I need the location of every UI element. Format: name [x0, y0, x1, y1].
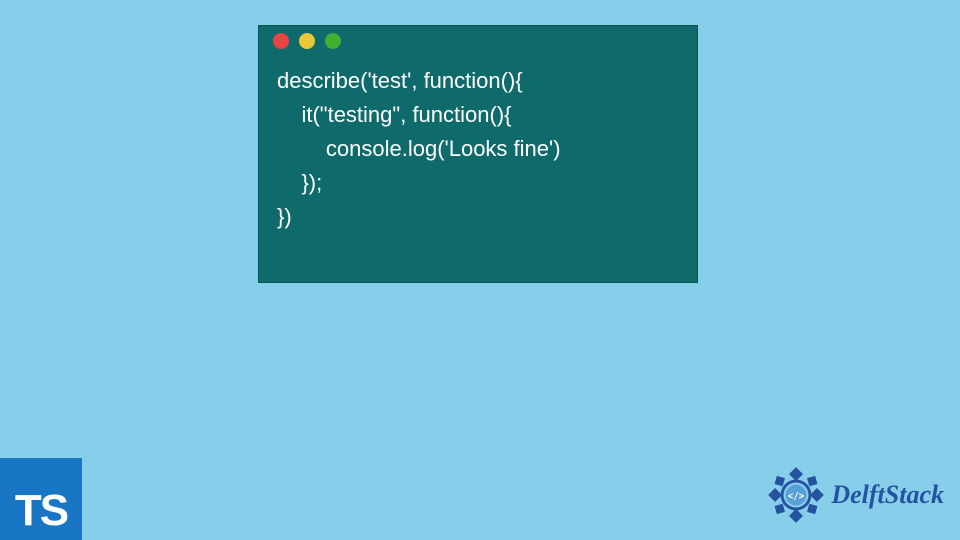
typescript-badge: TS: [0, 458, 82, 540]
code-line: describe('test', function(){: [277, 68, 523, 93]
brand-name: DelftStack: [831, 480, 944, 510]
delftstack-logo-icon: </>: [767, 466, 825, 524]
window-titlebar: [259, 26, 697, 56]
code-window: describe('test', function(){ it("testing…: [258, 25, 698, 283]
minimize-icon: [299, 33, 315, 49]
code-line: console.log('Looks fine'): [277, 136, 561, 161]
code-line: }): [277, 204, 292, 229]
maximize-icon: [325, 33, 341, 49]
code-line: it("testing", function(){: [277, 102, 512, 127]
brand-logo-block: </> DelftStack: [767, 466, 944, 524]
svg-text:</>: </>: [788, 491, 805, 502]
typescript-badge-text: TS: [15, 486, 67, 536]
code-body: describe('test', function(){ it("testing…: [259, 56, 697, 250]
code-line: });: [277, 170, 322, 195]
close-icon: [273, 33, 289, 49]
